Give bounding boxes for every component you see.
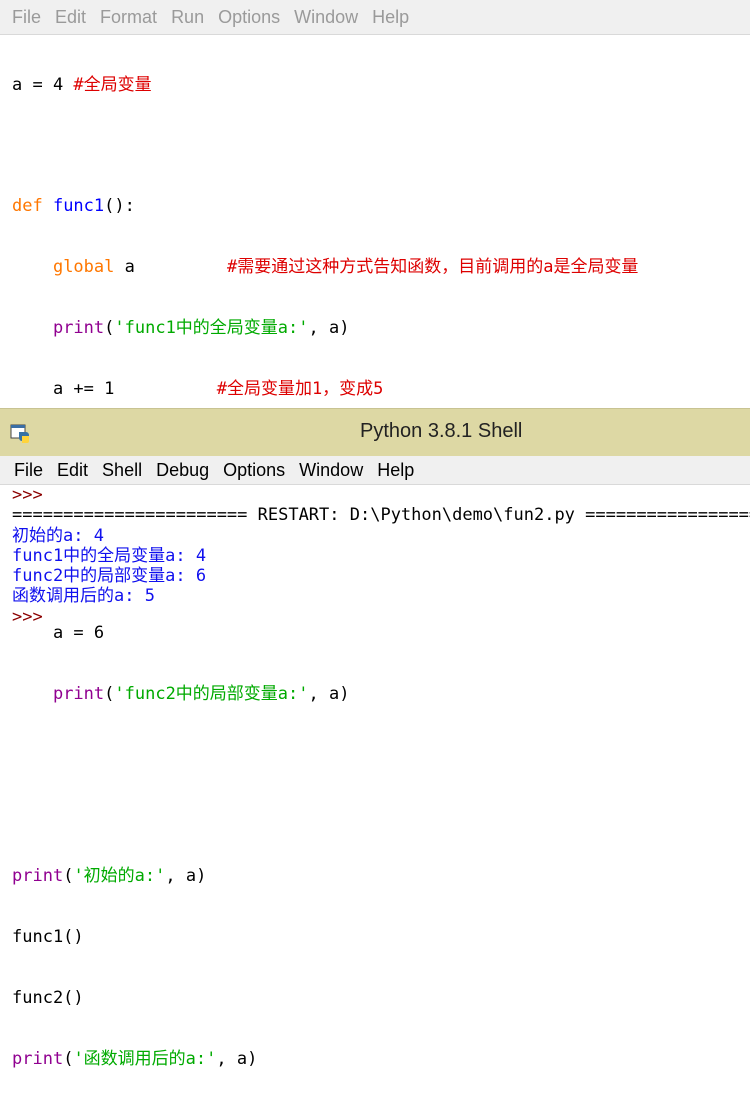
code-line: print('func1中的全局变量a:', a) bbox=[12, 318, 750, 338]
code-text: func2() bbox=[12, 987, 84, 1008]
code-text: a bbox=[114, 257, 227, 278]
code-text: a += 1 bbox=[12, 379, 217, 400]
code-keyword: global bbox=[52, 257, 115, 278]
code-text: ( bbox=[63, 866, 74, 887]
menu-file[interactable]: File bbox=[0, 7, 48, 28]
code-text: , a) bbox=[308, 683, 350, 704]
code-line: print('函数调用后的a:', a) bbox=[12, 1049, 750, 1069]
code-text: a = 4 bbox=[12, 74, 74, 95]
code-string: '初始的a:' bbox=[73, 866, 166, 887]
editor-window: File Edit Format Run Options Window Help… bbox=[0, 0, 750, 1069]
code-keyword: def bbox=[12, 196, 53, 217]
menu-file[interactable]: File bbox=[0, 460, 50, 481]
shell-title: Python 3.8.1 Shell bbox=[360, 420, 523, 442]
code-comment: #全局变量 bbox=[73, 74, 152, 95]
menu-help[interactable]: Help bbox=[365, 7, 416, 28]
code-text: (): bbox=[104, 196, 135, 217]
menu-options[interactable]: Options bbox=[216, 460, 292, 481]
code-def-name: func1 bbox=[52, 196, 105, 217]
code-text: , a) bbox=[308, 318, 350, 339]
code-line: print('初始的a:', a) bbox=[12, 866, 750, 886]
code-line: print('func2中的局部变量a:', a) bbox=[12, 684, 750, 704]
output-line: 初始的a: 4 bbox=[12, 525, 104, 546]
code-text: , a) bbox=[216, 1048, 258, 1069]
code-builtin: print bbox=[52, 318, 105, 339]
menu-shell[interactable]: Shell bbox=[95, 460, 149, 481]
code-string: 'func1中的全局变量a:' bbox=[114, 318, 309, 339]
menu-window[interactable]: Window bbox=[287, 7, 365, 28]
code-comment: #需要通过这种方式告知函数，目前调用的a是全局变量 bbox=[226, 257, 639, 278]
code-string: '函数调用后的a:' bbox=[73, 1048, 217, 1069]
output-line: 函数调用后的a: 5 bbox=[12, 586, 155, 607]
code-string: 'func2中的局部变量a:' bbox=[114, 683, 309, 704]
python-idle-icon bbox=[10, 424, 29, 443]
code-builtin: print bbox=[52, 683, 105, 704]
code-comment: #全局变量加1，变成5 bbox=[216, 379, 384, 400]
code-builtin: print bbox=[12, 866, 64, 887]
output-line: func2中的局部变量a: 6 bbox=[12, 566, 207, 587]
menu-run[interactable]: Run bbox=[164, 7, 211, 28]
code-text: , a) bbox=[165, 866, 207, 887]
code-line: a = 4 #全局变量 bbox=[12, 75, 750, 95]
shell-output[interactable]: >>> ======================= RESTART: D:\… bbox=[0, 485, 750, 627]
code-line: global a #需要通过这种方式告知函数，目前调用的a是全局变量 bbox=[12, 257, 750, 277]
code-line: a += 1 #全局变量加1，变成5 bbox=[12, 379, 750, 399]
menu-edit[interactable]: Edit bbox=[48, 7, 93, 28]
restart-banner: ======================= RESTART: D:\Pyth… bbox=[12, 505, 750, 526]
menu-format[interactable]: Format bbox=[93, 7, 164, 28]
menu-window[interactable]: Window bbox=[292, 460, 370, 481]
menu-edit[interactable]: Edit bbox=[50, 460, 95, 481]
menu-debug[interactable]: Debug bbox=[149, 460, 216, 481]
code-text: ( bbox=[104, 318, 115, 339]
editor-menubar: File Edit Format Run Options Window Help bbox=[0, 0, 750, 35]
code-line: func1() bbox=[12, 927, 750, 947]
code-text: func1() bbox=[12, 927, 84, 948]
code-line: func2() bbox=[12, 988, 750, 1008]
code-builtin: print bbox=[12, 1048, 64, 1069]
shell-titlebar[interactable]: Python 3.8.1 Shell bbox=[0, 408, 750, 457]
shell-prompt: >>> bbox=[12, 485, 43, 505]
code-line: def func1(): bbox=[12, 196, 750, 216]
shell-prompt: >>> bbox=[12, 606, 43, 627]
shell-menubar: File Edit Shell Debug Options Window Hel… bbox=[0, 456, 750, 485]
code-text: ( bbox=[63, 1048, 74, 1069]
menu-options[interactable]: Options bbox=[211, 7, 287, 28]
code-text: ( bbox=[104, 683, 115, 704]
menu-help[interactable]: Help bbox=[370, 460, 421, 481]
output-line: func1中的全局变量a: 4 bbox=[12, 545, 207, 566]
